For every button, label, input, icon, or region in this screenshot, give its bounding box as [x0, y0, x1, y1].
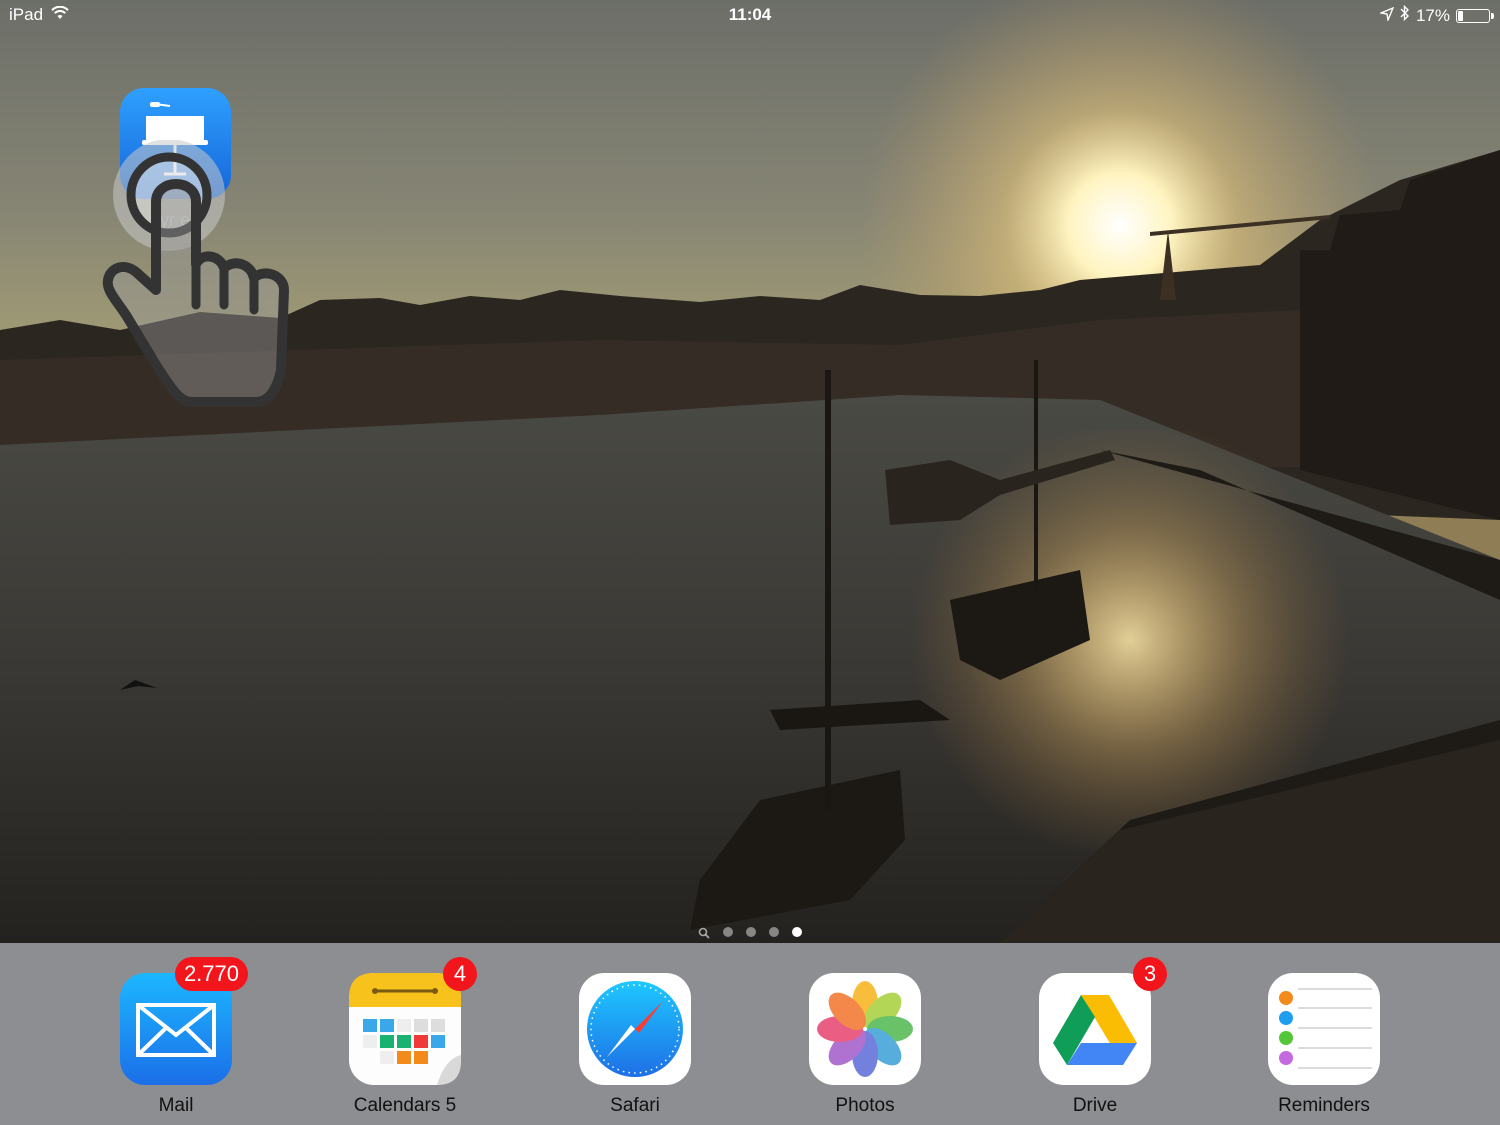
page-dot: [792, 927, 802, 937]
badge-mail: 2.770: [174, 957, 248, 991]
bluetooth-icon: [1400, 4, 1410, 26]
page-dot: [723, 927, 733, 937]
dock-app-reminders[interactable]: Reminders: [1268, 973, 1380, 1116]
dock-app-photos[interactable]: Photos: [809, 973, 921, 1116]
keynote-app-icon[interactable]: [120, 88, 231, 199]
battery-fill: [1458, 10, 1464, 21]
dock-label: Photos: [835, 1095, 895, 1116]
badge-drive: 3: [1133, 957, 1167, 991]
location-arrow-icon: [1378, 6, 1395, 26]
dock-label: Calendars 5: [353, 1095, 457, 1116]
keynote-podium-icon: [142, 102, 208, 176]
safari-compass-icon: [579, 973, 691, 1085]
spotlight-search-icon: [698, 926, 710, 939]
status-time: 11:04: [728, 5, 772, 24]
dock-app-safari[interactable]: Safari: [579, 973, 691, 1116]
badge-calendars: 4: [443, 957, 477, 991]
photos-flower-icon: [809, 973, 921, 1085]
dock-app-drive[interactable]: 3 Drive: [1039, 957, 1167, 1116]
page-indicator[interactable]: [0, 924, 1500, 940]
google-drive-icon: 3: [1039, 957, 1167, 1085]
battery-icon: [1456, 8, 1494, 23]
status-right: 17%: [1378, 4, 1494, 26]
dock-label: Mail: [158, 1095, 194, 1116]
calendar-icon: 4: [349, 957, 477, 1085]
mail-envelope-icon: 2.770: [120, 957, 248, 1085]
dock-app-calendars[interactable]: 4 Calendars 5: [349, 957, 477, 1116]
status-bar: iPad 11:04 17%: [0, 0, 1500, 30]
dock: 2.770 Mail 4 Calendars 5 Safari Photos 3…: [0, 943, 1500, 1125]
battery-percent: 17%: [1415, 5, 1450, 25]
dock-label: Drive: [1072, 1095, 1118, 1116]
reminders-list-icon: [1268, 973, 1380, 1085]
page-dot: [746, 927, 756, 937]
dock-app-mail[interactable]: 2.770 Mail: [120, 957, 248, 1116]
home-app-label: yr e: [159, 210, 190, 230]
dock-label: Safari: [610, 1095, 660, 1116]
page-dot: [769, 927, 779, 937]
dock-label: Reminders: [1278, 1095, 1370, 1116]
